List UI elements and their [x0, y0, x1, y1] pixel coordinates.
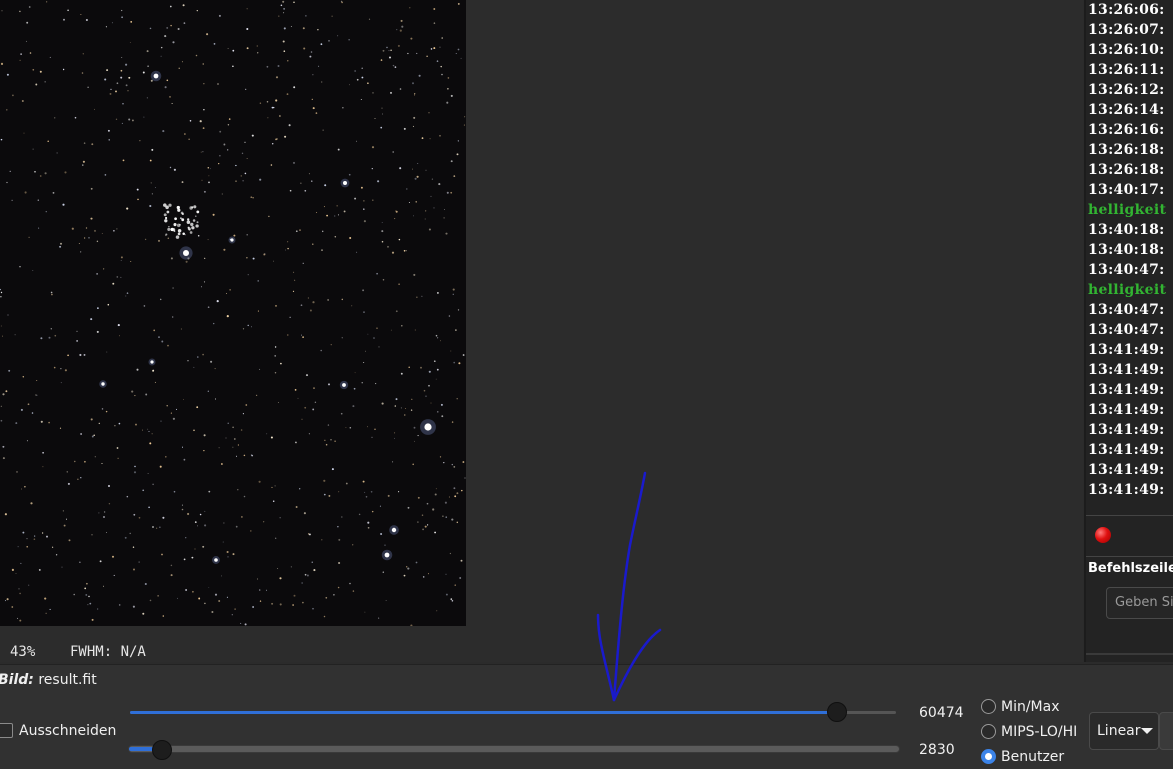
- log-line: 13:40:18:: [1088, 242, 1165, 258]
- log-line: 13:26:18:: [1088, 142, 1165, 158]
- radio-mips-lo-hi[interactable]: [981, 724, 996, 739]
- astro-image[interactable]: [0, 0, 466, 626]
- log-line: 13:40:47:: [1088, 302, 1165, 318]
- divider: [1086, 556, 1173, 557]
- log-line: 13:26:16:: [1088, 122, 1165, 138]
- command-line-label: Befehlszeile: [1088, 561, 1173, 576]
- radio-mips-label: MIPS-LO/HI: [1001, 724, 1078, 740]
- log-line: 13:26:12:: [1088, 82, 1165, 98]
- crop-label: Ausschneiden: [19, 723, 117, 739]
- display-controls-panel: Bild: result.fit Ausschneiden 60474 2830…: [0, 664, 1173, 769]
- log-line: 13:26:06:: [1088, 2, 1165, 18]
- low-value: 2830: [919, 742, 955, 758]
- log-line: 13:41:49:: [1088, 482, 1165, 495]
- log-line: 13:26:18:: [1088, 162, 1165, 178]
- extra-button[interactable]: [1159, 712, 1173, 750]
- log-line: 13:26:11:: [1088, 62, 1165, 78]
- log-line: 13:41:49:: [1088, 442, 1165, 458]
- log-line: 13:40:18:: [1088, 222, 1165, 238]
- scale-dropdown[interactable]: Linear: [1089, 712, 1159, 750]
- image-viewer[interactable]: 43% FWHM: N/A: [0, 0, 1083, 662]
- image-filename: result.fit: [38, 672, 97, 688]
- log-line: 13:41:49:: [1088, 362, 1165, 378]
- zoom-level: 43%: [10, 644, 36, 660]
- log-line: 13:40:47:: [1088, 322, 1165, 338]
- log-line: 13:41:49:: [1088, 342, 1165, 358]
- high-slider-handle[interactable]: [826, 702, 847, 722]
- log-output[interactable]: 13:26:06: 13:26:07: 13:26:10: 13:26:11: 13:2…: [1088, 0, 1173, 495]
- log-line: 13:41:49:: [1088, 422, 1165, 438]
- divider: [1086, 653, 1173, 655]
- log-line: 13:40:17:: [1088, 182, 1165, 198]
- log-line: 13:41:49:: [1088, 462, 1165, 478]
- crop-checkbox[interactable]: [0, 723, 13, 738]
- radio-user[interactable]: [981, 749, 996, 764]
- radio-user-label: Benutzer: [1001, 749, 1065, 765]
- log-line: 13:40:47:: [1088, 262, 1165, 278]
- low-slider-track[interactable]: [128, 745, 900, 753]
- log-line: 13:41:49:: [1088, 382, 1165, 398]
- scale-selected-value: Linear: [1097, 723, 1141, 739]
- log-line: 13:26:07:: [1088, 22, 1165, 38]
- log-line: helligkeit: [1088, 282, 1167, 298]
- high-slider-fill: [130, 711, 837, 714]
- divider: [1086, 515, 1173, 516]
- command-input[interactable]: Geben Si: [1106, 587, 1173, 619]
- chevron-down-icon: [1141, 728, 1153, 734]
- viewer-status-bar: 43% FWHM: N/A: [0, 644, 400, 664]
- log-line: 13:26:14:: [1088, 102, 1165, 118]
- stop-indicator-icon[interactable]: [1095, 527, 1111, 543]
- radio-minmax-label: Min/Max: [1001, 699, 1060, 715]
- image-label-prefix: Bild:: [0, 672, 34, 688]
- high-value: 60474: [919, 705, 964, 721]
- log-line: 13:26:10:: [1088, 42, 1165, 58]
- log-line: 13:41:49:: [1088, 402, 1165, 418]
- low-slider-handle[interactable]: [152, 740, 173, 760]
- log-line: helligkeit: [1088, 202, 1167, 218]
- fwhm-readout: FWHM: N/A: [70, 644, 146, 660]
- console-panel: 13:26:06: 13:26:07: 13:26:10: 13:26:11: 13:2…: [1084, 0, 1173, 662]
- radio-minmax[interactable]: [981, 699, 996, 714]
- star-field-image: [0, 0, 466, 626]
- image-name-label: Bild: result.fit: [0, 672, 97, 688]
